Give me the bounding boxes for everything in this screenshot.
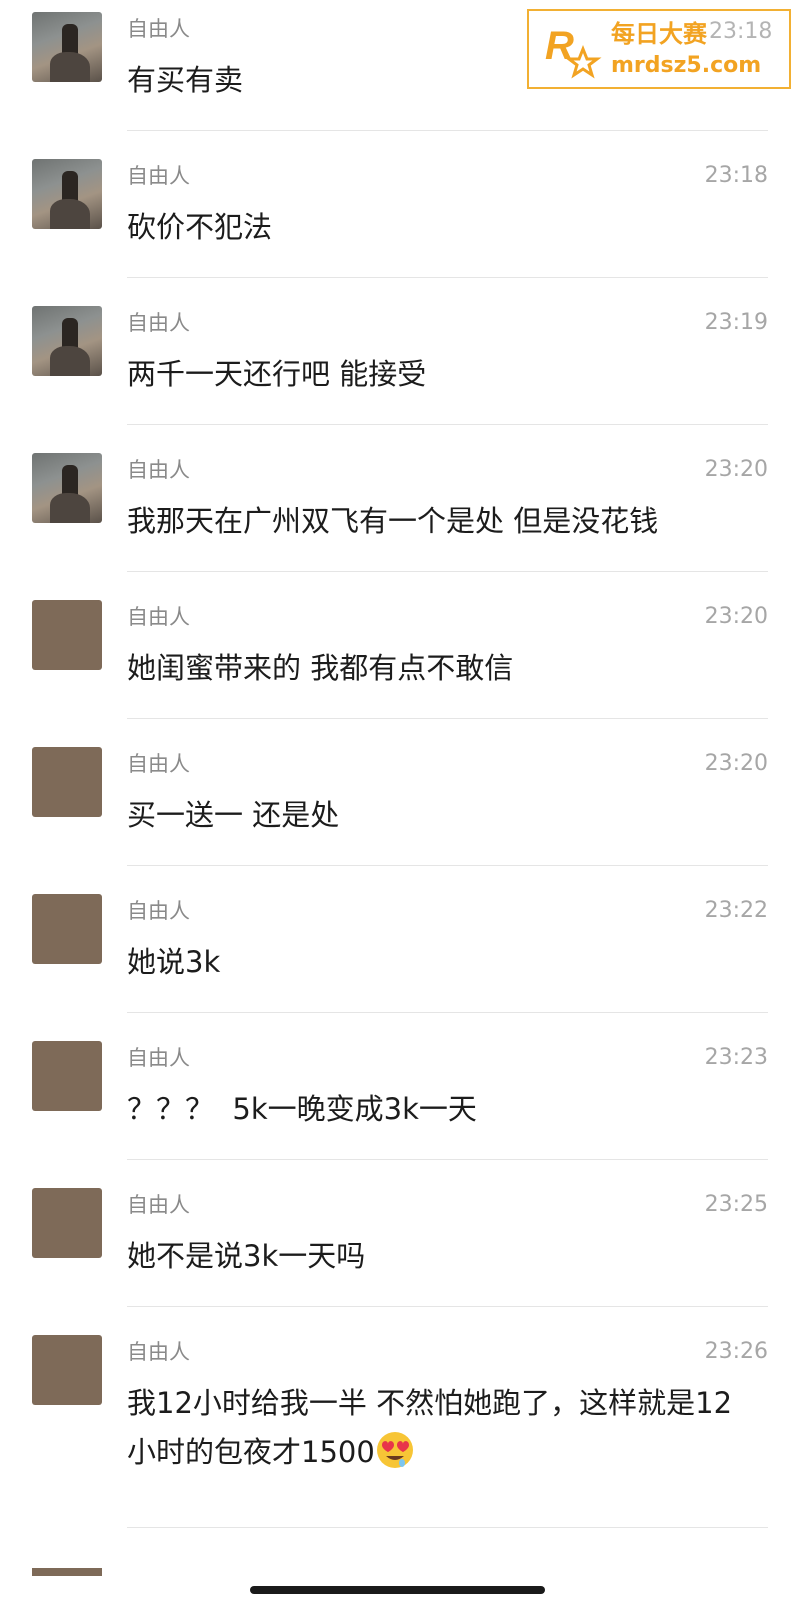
sender-name: 自由人 bbox=[127, 1340, 190, 1364]
star-logo-icon: R bbox=[545, 24, 602, 79]
sender-name-partial bbox=[127, 1566, 187, 1576]
divider bbox=[127, 865, 768, 866]
message-time: 23:23 bbox=[704, 1045, 768, 1070]
divider bbox=[127, 1527, 768, 1528]
message-item[interactable]: 自由人 23:26 我12小时给我一半 不然怕她跑了，这样就是12小时的包夜才1… bbox=[0, 1323, 800, 1528]
avatar[interactable] bbox=[32, 1568, 102, 1576]
sender-name: 自由人 bbox=[127, 311, 190, 335]
message-text-content: 我12小时给我一半 不然怕她跑了，这样就是12小时的包夜才1500 bbox=[127, 1386, 733, 1469]
logo-letter: R bbox=[545, 24, 574, 68]
avatar[interactable] bbox=[32, 159, 102, 229]
avatar[interactable] bbox=[32, 12, 102, 82]
avatar[interactable] bbox=[32, 306, 102, 376]
sender-name: 自由人 bbox=[127, 164, 190, 188]
avatar[interactable] bbox=[32, 894, 102, 964]
message-item[interactable]: 自由人 23:25 她不是说3k一天吗 bbox=[0, 1176, 800, 1307]
message-item[interactable]: 自由人 23:23 ？？？ 5k一晚变成3k一天 bbox=[0, 1029, 800, 1160]
message-time: 23:19 bbox=[704, 310, 768, 335]
divider bbox=[127, 424, 768, 425]
avatar[interactable] bbox=[32, 600, 102, 670]
message-item[interactable]: 自由人 23:18 砍价不犯法 bbox=[0, 147, 800, 278]
message-time: 23:18 bbox=[704, 163, 768, 188]
message-time: 23:18 bbox=[709, 19, 773, 44]
message-time: 23:20 bbox=[704, 457, 768, 482]
message-time: 23:20 bbox=[704, 604, 768, 629]
avatar[interactable] bbox=[32, 1188, 102, 1258]
divider bbox=[127, 718, 768, 719]
message-item[interactable]: 自由人 23:20 她闺蜜带来的 我都有点不敢信 bbox=[0, 588, 800, 719]
message-text: 我那天在广州双飞有一个是处 但是没花钱 bbox=[127, 504, 659, 538]
message-text: 两千一天还行吧 能接受 bbox=[127, 357, 427, 391]
sender-name: 自由人 bbox=[127, 752, 190, 776]
message-text: 她闺蜜带来的 我都有点不敢信 bbox=[127, 651, 514, 685]
message-text: 她说3k bbox=[127, 945, 221, 979]
sender-name: 自由人 bbox=[127, 17, 190, 41]
heart-eyes-drooling-emoji-icon bbox=[375, 1430, 415, 1470]
avatar[interactable] bbox=[32, 1335, 102, 1405]
message-time: 23:26 bbox=[704, 1339, 768, 1364]
message-time: 23:22 bbox=[704, 898, 768, 923]
message-item[interactable]: 自由人 23:19 两千一天还行吧 能接受 bbox=[0, 294, 800, 425]
message-time: 23:25 bbox=[704, 1192, 768, 1217]
watermark-badge: R 23:18 每日大赛 mrdsz5.com bbox=[527, 9, 791, 89]
divider bbox=[127, 1012, 768, 1013]
divider bbox=[127, 1306, 768, 1307]
watermark-title: 每日大赛 bbox=[611, 20, 707, 48]
sender-name: 自由人 bbox=[127, 899, 190, 923]
avatar[interactable] bbox=[32, 453, 102, 523]
message-text: 砍价不犯法 bbox=[127, 210, 273, 244]
message-time: 23:20 bbox=[704, 751, 768, 776]
divider bbox=[127, 1159, 768, 1160]
message-text: 她不是说3k一天吗 bbox=[127, 1239, 366, 1273]
message-item[interactable]: 自由人 23:22 她说3k bbox=[0, 882, 800, 1013]
message-item[interactable]: 自由人 23:20 我那天在广州双飞有一个是处 但是没花钱 bbox=[0, 441, 800, 572]
sender-name: 自由人 bbox=[127, 605, 190, 629]
message-text: 买一送一 还是处 bbox=[127, 798, 340, 832]
watermark-url: mrdsz5.com bbox=[611, 53, 762, 78]
divider bbox=[127, 571, 768, 572]
message-text: ？？？ 5k一晚变成3k一天 bbox=[127, 1092, 477, 1126]
avatar[interactable] bbox=[32, 747, 102, 817]
divider bbox=[127, 130, 768, 131]
sender-name: 自由人 bbox=[127, 1046, 190, 1070]
divider bbox=[127, 277, 768, 278]
sender-name: 自由人 bbox=[127, 458, 190, 482]
sender-name: 自由人 bbox=[127, 1193, 190, 1217]
message-item[interactable]: 自由人 23:20 买一送一 还是处 bbox=[0, 735, 800, 866]
avatar[interactable] bbox=[32, 1041, 102, 1111]
home-indicator[interactable] bbox=[250, 1586, 545, 1594]
message-text: 我12小时给我一半 不然怕她跑了，这样就是12小时的包夜才1500 bbox=[127, 1379, 757, 1477]
